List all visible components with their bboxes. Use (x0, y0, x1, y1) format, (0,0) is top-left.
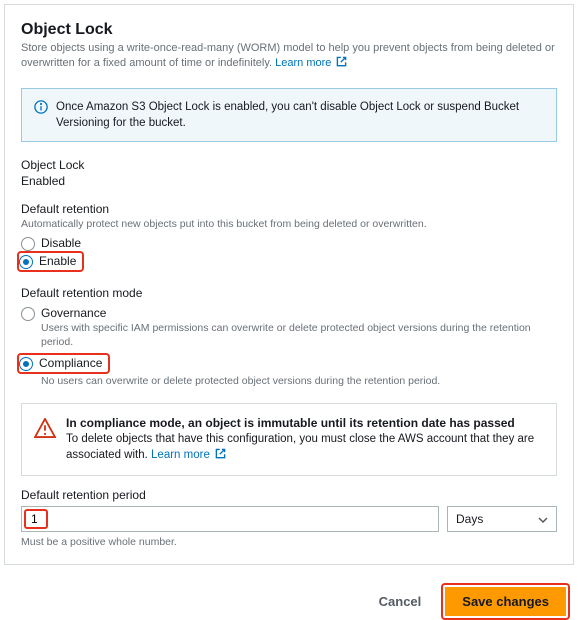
object-lock-status-label: Object Lock (21, 158, 557, 172)
retention-unit-select[interactable]: Days (447, 506, 557, 532)
external-link-icon (336, 56, 347, 67)
warning-body: To delete objects that have this configu… (66, 431, 544, 463)
mode-compliance-desc: No users can overwrite or delete protect… (41, 375, 557, 389)
radio-label: Compliance (39, 356, 102, 370)
info-alert: Once Amazon S3 Object Lock is enabled, y… (21, 88, 557, 142)
retention-period-label: Default retention period (21, 488, 557, 502)
mode-governance-radio[interactable]: Governance (21, 306, 557, 321)
default-retention-label: Default retention (21, 202, 557, 216)
mode-governance-desc: Users with specific IAM permissions can … (41, 322, 557, 349)
warning-learn-more-label: Learn more (151, 449, 210, 461)
info-text: Once Amazon S3 Object Lock is enabled, y… (56, 99, 544, 131)
warning-content: In compliance mode, an object is immutab… (66, 416, 544, 463)
page-subtitle: Store objects using a write-once-read-ma… (21, 41, 557, 72)
retention-period-helper: Must be a positive whole number. (21, 536, 557, 548)
page-title: Object Lock (21, 21, 557, 39)
retention-mode-label: Default retention mode (21, 286, 557, 300)
highlight-compliance: Compliance (17, 353, 110, 374)
warning-icon (34, 418, 56, 463)
default-retention-desc: Automatically protect new objects put in… (21, 218, 557, 230)
retention-period-input-remainder[interactable] (48, 509, 436, 529)
highlight-period-value (24, 509, 48, 529)
radio-label: Disable (41, 236, 81, 250)
warning-body-text: To delete objects that have this configu… (66, 433, 534, 461)
learn-more-label: Learn more (275, 57, 331, 69)
save-button[interactable]: Save changes (445, 587, 566, 616)
warning-learn-more-link[interactable]: Learn more (151, 449, 226, 461)
retention-period-input[interactable] (29, 511, 43, 527)
learn-more-link[interactable]: Learn more (275, 57, 347, 69)
object-lock-status-value: Enabled (21, 174, 557, 188)
external-link-icon (215, 448, 226, 459)
retention-enable-radio[interactable]: Enable (19, 254, 76, 269)
footer-actions: Cancel Save changes (4, 583, 574, 620)
info-icon (34, 100, 48, 131)
radio-icon (21, 307, 35, 321)
radio-label: Enable (39, 254, 76, 268)
highlight-save: Save changes (441, 583, 570, 620)
retention-unit-value: Days (456, 512, 483, 526)
cancel-button[interactable]: Cancel (367, 588, 434, 615)
radio-icon (19, 357, 33, 371)
highlight-enable: Enable (17, 251, 84, 272)
retention-disable-radio[interactable]: Disable (21, 236, 557, 251)
mode-compliance-radio[interactable]: Compliance (19, 356, 102, 371)
object-lock-panel: Object Lock Store objects using a write-… (4, 4, 574, 565)
chevron-down-icon (538, 512, 548, 526)
compliance-warning: In compliance mode, an object is immutab… (21, 403, 557, 476)
radio-icon (19, 255, 33, 269)
warning-title: In compliance mode, an object is immutab… (66, 416, 544, 430)
radio-icon (21, 237, 35, 251)
radio-label: Governance (41, 306, 106, 320)
retention-period-row: Days (21, 506, 557, 532)
retention-period-input-wrap[interactable] (21, 506, 439, 532)
